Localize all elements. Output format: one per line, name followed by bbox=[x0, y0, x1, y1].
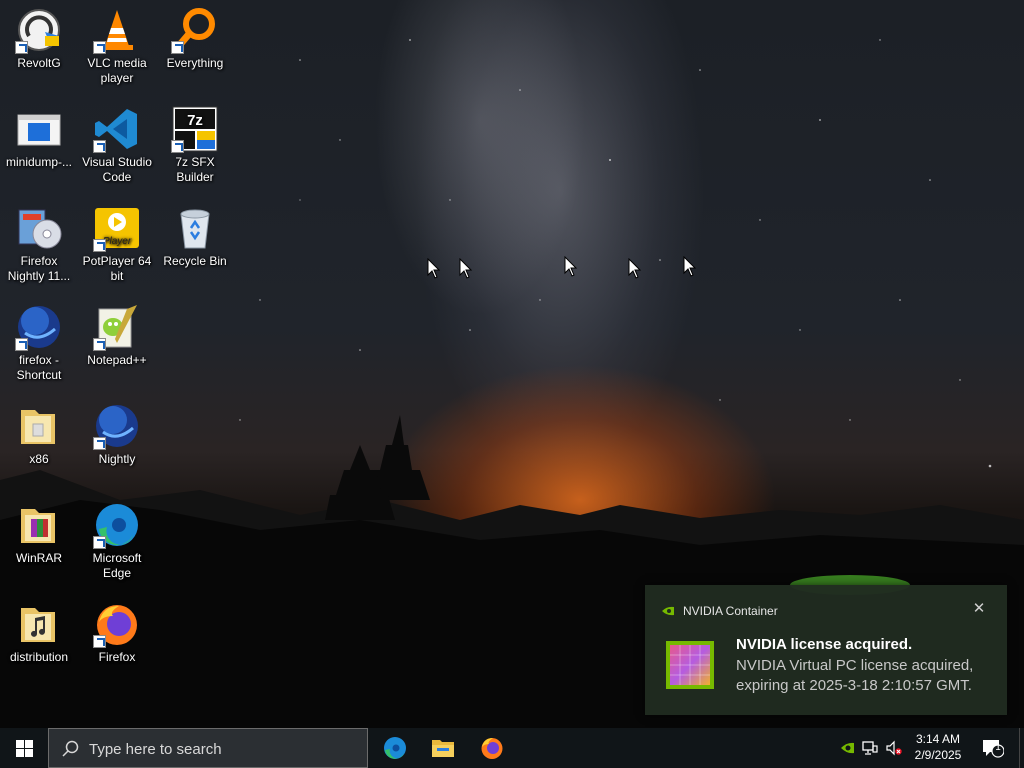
desktop-icon-edge[interactable]: Microsoft Edge bbox=[78, 495, 156, 591]
music-folder-icon bbox=[21, 608, 55, 642]
desktop-icon-label: RevoltG bbox=[17, 56, 61, 70]
network-icon[interactable] bbox=[862, 740, 878, 756]
shortcut-arrow-icon bbox=[93, 239, 106, 252]
desktop-icon-label: distribution bbox=[9, 650, 69, 664]
shortcut-arrow-icon bbox=[93, 635, 106, 648]
taskbar-clock[interactable]: 3:14 AM 2/9/2025 bbox=[908, 731, 968, 763]
file-explorer-icon bbox=[432, 740, 454, 757]
window-file-icon bbox=[17, 114, 61, 146]
toast-app-name: NVIDIA Container bbox=[683, 604, 778, 618]
mouse-cursor-icon bbox=[459, 258, 473, 279]
desktop-icon-label: Microsoft Edge bbox=[92, 551, 142, 580]
edge-icon bbox=[384, 737, 406, 759]
desktop-icon-label: x86 bbox=[29, 452, 49, 466]
svg-text:7z: 7z bbox=[187, 112, 203, 129]
desktop-icon-label: minidump-... bbox=[5, 155, 73, 169]
desktop-icon-potplayer[interactable]: Player PotPlayer 64 bit bbox=[78, 198, 156, 294]
shortcut-arrow-icon bbox=[93, 437, 106, 450]
desktop-icon-label: VLC media player bbox=[87, 56, 147, 85]
windows-logo-icon bbox=[16, 740, 33, 757]
notification-toast[interactable]: NVIDIA Container ✕ NVIDIA license acquir… bbox=[645, 585, 1007, 715]
desktop-icon-nightly[interactable]: Nightly bbox=[78, 396, 156, 492]
nvidia-icon bbox=[662, 606, 674, 616]
mouse-cursor-icon bbox=[683, 256, 697, 277]
start-button[interactable] bbox=[0, 728, 48, 768]
shortcut-arrow-icon bbox=[171, 140, 184, 153]
desktop-icon-everything[interactable]: Everything bbox=[156, 0, 234, 96]
desktop-icon-label: Firefox bbox=[98, 650, 136, 664]
toast-header: NVIDIA Container bbox=[661, 603, 778, 619]
desktop-icon-notepadpp[interactable]: Notepad++ bbox=[78, 297, 156, 393]
toast-title: NVIDIA license acquired. bbox=[736, 636, 913, 653]
desktop-icon-label: Everything bbox=[166, 56, 224, 70]
mouse-cursor-icon bbox=[564, 256, 578, 277]
desktop-icon-firefox-shortcut[interactable]: firefox - Shortcut bbox=[0, 297, 78, 393]
svg-text:Player: Player bbox=[103, 236, 132, 247]
desktop-icon-distribution[interactable]: distribution bbox=[0, 594, 78, 690]
search-input[interactable]: Type here to search bbox=[48, 728, 368, 768]
shortcut-arrow-icon bbox=[15, 41, 28, 54]
taskbar-app-edge[interactable] bbox=[371, 728, 419, 768]
mouse-cursor-icon bbox=[427, 258, 441, 279]
clock-time: 3:14 AM bbox=[915, 732, 961, 746]
desktop-icon-label: Recycle Bin bbox=[163, 254, 227, 268]
taskbar-app-firefox[interactable] bbox=[468, 728, 516, 768]
close-icon[interactable]: ✕ bbox=[971, 601, 987, 617]
desktop-icon-label: 7z SFX Builder bbox=[175, 155, 215, 184]
volume-muted-icon[interactable] bbox=[886, 740, 902, 756]
shortcut-arrow-icon bbox=[93, 41, 106, 54]
desktop-icon-label: PotPlayer 64 bit bbox=[82, 254, 152, 283]
desktop-icon-firefox-nightly-installer[interactable]: Firefox Nightly 11... bbox=[0, 198, 78, 294]
mouse-cursor-icon bbox=[628, 258, 642, 279]
installer-disc-icon bbox=[18, 209, 62, 249]
search-placeholder: Type here to search bbox=[89, 741, 222, 758]
desktop-icon-7z-sfx-builder[interactable]: 7z 7z SFX Builder bbox=[156, 99, 234, 195]
desktop-icon-label: WinRAR bbox=[15, 551, 62, 565]
desktop-icon-label: Visual Studio Code bbox=[82, 155, 152, 184]
desktop-icon-label: firefox - Shortcut bbox=[16, 353, 62, 382]
shortcut-arrow-icon bbox=[171, 41, 184, 54]
desktop-icon-x86[interactable]: x86 bbox=[0, 396, 78, 492]
taskbar-app-file-explorer[interactable] bbox=[419, 728, 467, 768]
desktop-icon-minidump[interactable]: minidump-... bbox=[0, 99, 78, 195]
desktop-icon-revoltg[interactable]: RevoltG bbox=[0, 0, 78, 96]
nvidia-icon[interactable] bbox=[839, 740, 855, 756]
nvidia-chip-icon bbox=[666, 641, 714, 689]
toast-body: NVIDIA Virtual PC license acquired, expi… bbox=[736, 657, 974, 694]
notification-count-badge: 1 bbox=[995, 742, 1001, 753]
shortcut-arrow-icon bbox=[93, 536, 106, 549]
search-icon bbox=[62, 740, 79, 757]
folder-icon bbox=[21, 410, 55, 444]
recycle-bin-icon bbox=[180, 209, 210, 249]
firefox-icon bbox=[481, 738, 503, 759]
shortcut-arrow-icon bbox=[15, 338, 28, 351]
desktop-icon-recycle-bin[interactable]: Recycle Bin bbox=[156, 198, 234, 294]
desktop-icon-label: Firefox Nightly 11... bbox=[7, 254, 71, 283]
shortcut-arrow-icon bbox=[93, 140, 106, 153]
clock-date: 2/9/2025 bbox=[914, 748, 962, 762]
winrar-folder-icon bbox=[21, 509, 55, 543]
desktop-icon-vscode[interactable]: Visual Studio Code bbox=[78, 99, 156, 195]
action-center-button[interactable]: 1 bbox=[982, 738, 1005, 758]
desktop-icon-vlc[interactable]: VLC media player bbox=[78, 0, 156, 96]
shortcut-arrow-icon bbox=[93, 338, 106, 351]
show-desktop-button[interactable] bbox=[1019, 728, 1024, 768]
desktop-icon-winrar[interactable]: WinRAR bbox=[0, 495, 78, 591]
desktop-icon-firefox[interactable]: Firefox bbox=[78, 594, 156, 690]
desktop-icon-label: Nightly bbox=[98, 452, 136, 466]
desktop-icon-label: Notepad++ bbox=[87, 353, 147, 367]
taskbar: Type here to search 3:14 AM 2/9/2025 1 bbox=[0, 728, 1024, 768]
